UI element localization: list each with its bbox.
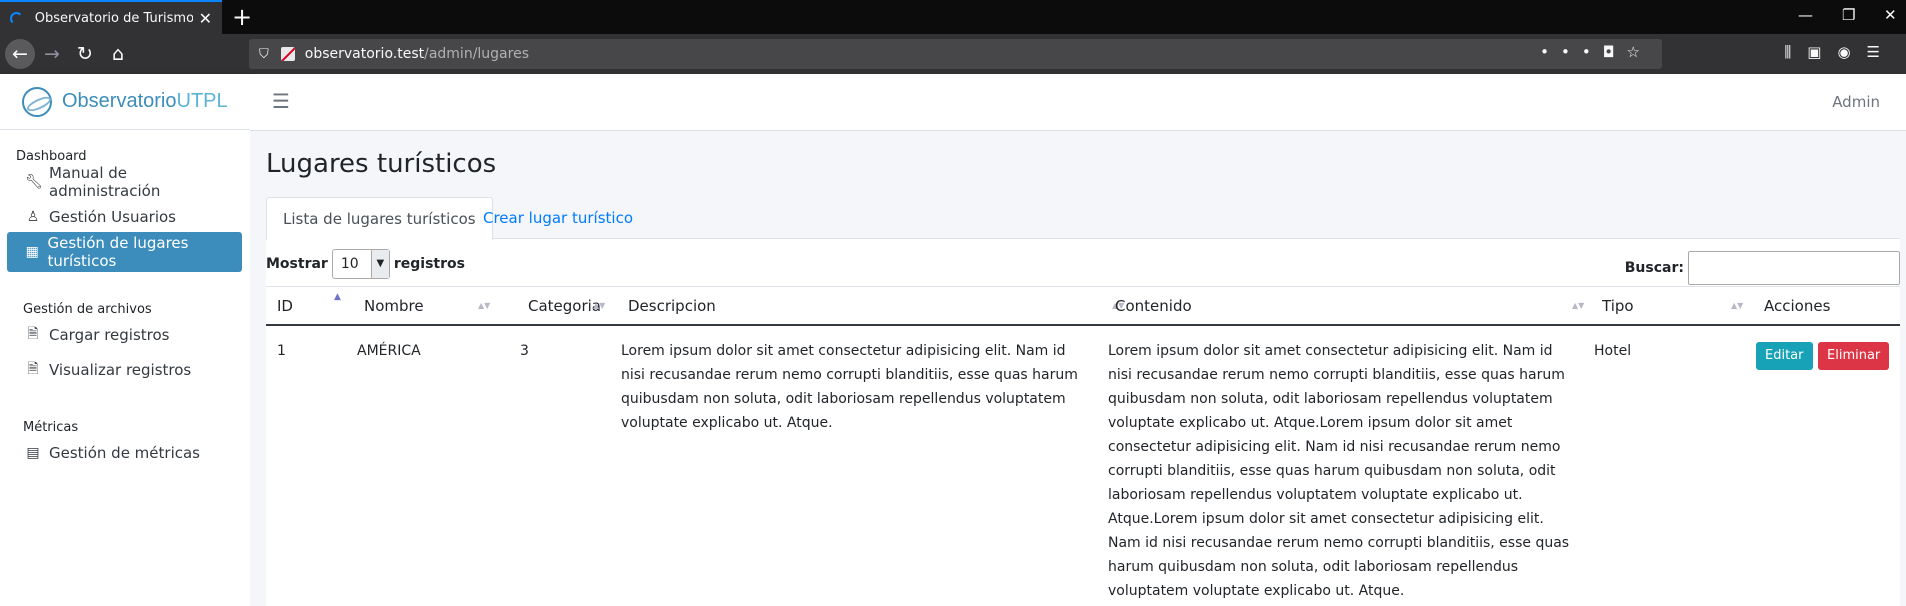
close-window-icon[interactable]: ✕ bbox=[1884, 6, 1897, 24]
brand[interactable]: ObservatorioUTPL bbox=[0, 74, 250, 130]
sidebar: ObservatorioUTPL Dashboard 🔧︎ Manual de … bbox=[0, 74, 250, 606]
page-length-value: 10 bbox=[340, 256, 359, 272]
sort-icon: ▲▼ bbox=[593, 301, 606, 310]
search-label: Buscar: bbox=[1624, 260, 1684, 276]
menu-icon[interactable]: ☰ bbox=[1867, 43, 1896, 61]
sidebar-toggle-icon[interactable]: ▣ bbox=[1807, 43, 1837, 61]
browser-tabbar: Observatorio de Turismo UTPL ✕ + — ❐ ✕ bbox=[0, 0, 1906, 34]
logo-icon bbox=[22, 86, 52, 117]
sidebar-item-label: Gestión de métricas bbox=[49, 444, 200, 462]
calculator-icon: ▤ bbox=[26, 445, 40, 461]
show-label: Mostrar bbox=[266, 256, 328, 272]
reload-button[interactable]: ↻ bbox=[70, 39, 100, 69]
sidebar-item-label: Cargar registros bbox=[49, 326, 170, 344]
sidebar-item-cargar[interactable]: 🗎︎ Cargar registros bbox=[7, 315, 242, 355]
page-length-control: Mostrar 10 ▼ registros bbox=[266, 249, 465, 279]
sidebar-item-label: Manual de administración bbox=[49, 164, 161, 200]
chevron-down-icon: ▼ bbox=[370, 250, 389, 278]
minimize-window-icon[interactable]: — bbox=[1798, 6, 1813, 24]
insecure-lock-icon[interactable] bbox=[280, 47, 295, 61]
column-header-tipo[interactable]: Tipo bbox=[1602, 287, 1634, 325]
top-navbar: ☰ Admin bbox=[250, 74, 1906, 131]
forward-button[interactable]: → bbox=[37, 39, 67, 69]
hamburger-menu-icon[interactable]: ☰ bbox=[272, 89, 290, 113]
column-header-contenido[interactable]: Contenido bbox=[1115, 287, 1192, 325]
back-button[interactable]: ← bbox=[5, 39, 35, 69]
column-header-nombre[interactable]: Nombre bbox=[364, 287, 424, 325]
page-actions-icon[interactable]: ••• bbox=[1540, 43, 1603, 61]
new-tab-button[interactable]: + bbox=[232, 3, 252, 31]
tab-crear[interactable]: Crear lugar turístico bbox=[467, 197, 649, 240]
cell-nombre: AMÉRICA bbox=[357, 343, 421, 359]
page-title: Lugares turísticos bbox=[266, 149, 497, 179]
close-tab-icon[interactable]: ✕ bbox=[199, 9, 212, 28]
tab-lista[interactable]: Lista de lugares turísticos bbox=[266, 197, 493, 240]
restore-window-icon[interactable]: ❐ bbox=[1842, 6, 1855, 24]
bookmark-star-icon[interactable]: ☆ bbox=[1627, 43, 1652, 61]
wrench-icon: 🔧︎ bbox=[25, 174, 43, 190]
main-content: Lugares turísticos Lista de lugares turí… bbox=[250, 131, 1906, 606]
sidebar-item-visualizar[interactable]: 🗎︎ Visualizar registros bbox=[7, 350, 242, 390]
show-suffix: registros bbox=[393, 256, 465, 272]
file-upload-icon: 🗎︎ bbox=[27, 326, 39, 342]
cell-contenido: Lorem ipsum dolor sit amet consectetur a… bbox=[1108, 343, 1570, 599]
file-view-icon: 🗎︎ bbox=[27, 361, 39, 377]
url-text[interactable]: observatorio.test/admin/lugares bbox=[305, 46, 529, 62]
search-input[interactable] bbox=[1688, 251, 1900, 285]
tracking-shield-icon[interactable]: ⛉ bbox=[259, 47, 269, 62]
delete-button[interactable]: Eliminar bbox=[1818, 342, 1890, 370]
user-icon: ♙ bbox=[26, 209, 40, 225]
page-length-select[interactable]: 10 ▼ bbox=[331, 249, 390, 279]
sidebar-item-label: Gestión de lugares turísticos bbox=[47, 234, 189, 270]
sort-asc-icon: ▲ bbox=[334, 292, 341, 302]
tab-title: Observatorio de Turismo UTPL bbox=[34, 10, 193, 26]
sort-icon: ▲▼ bbox=[478, 301, 491, 310]
sidebar-item-metricas[interactable]: ▤ Gestión de métricas bbox=[7, 433, 242, 473]
user-menu[interactable]: Admin bbox=[1832, 93, 1880, 111]
browser-navbar: ← → ↻ ⌂ ⛉ observatorio.test/admin/lugare… bbox=[0, 34, 1906, 74]
column-header-descripcion[interactable]: Descripcion bbox=[628, 287, 716, 325]
sidebar-item-label: Visualizar registros bbox=[49, 361, 192, 379]
sidebar-item-label: Gestión Usuarios bbox=[49, 208, 176, 226]
sort-icon: ▲▼ bbox=[1572, 301, 1585, 310]
account-icon[interactable]: ◉ bbox=[1837, 43, 1866, 61]
home-button[interactable]: ⌂ bbox=[103, 39, 133, 69]
sidebar-item-lugares[interactable]: ▦ Gestión de lugares turísticos bbox=[7, 232, 242, 272]
pocket-icon[interactable]: ◘ bbox=[1603, 43, 1627, 61]
tab-bar: Lista de lugares turísticos Crear lugar … bbox=[266, 197, 1900, 240]
url-path: /admin/lugares bbox=[424, 46, 529, 62]
sort-icon: ▲▼ bbox=[1731, 301, 1744, 310]
search-control: Buscar: bbox=[1625, 251, 1900, 285]
brand-sub: UTPL bbox=[176, 90, 228, 112]
building-icon: ▦ bbox=[25, 244, 39, 260]
url-host: observatorio.test bbox=[304, 46, 425, 62]
content-card: Lista de lugares turísticos Crear lugar … bbox=[266, 197, 1900, 606]
browser-tab[interactable]: Observatorio de Turismo UTPL ✕ bbox=[0, 0, 222, 34]
sidebar-item-usuarios[interactable]: ♙ Gestión Usuarios bbox=[7, 197, 242, 237]
brand-text: ObservatorioUTPL bbox=[62, 90, 228, 113]
library-icon[interactable]: ⫼ bbox=[1784, 43, 1807, 61]
cell-categoria: 3 bbox=[520, 343, 529, 359]
url-actions: •••◘☆ bbox=[1540, 43, 1652, 61]
sidebar-item-manual[interactable]: 🔧︎ Manual de administración bbox=[7, 162, 242, 202]
brand-main: Observatorio bbox=[62, 90, 177, 112]
column-header-acciones: Acciones bbox=[1764, 297, 1831, 315]
loading-icon bbox=[10, 11, 23, 25]
browser-tools: ⫼▣◉☰ bbox=[1784, 43, 1896, 61]
edit-button[interactable]: Editar bbox=[1756, 342, 1813, 370]
table-header: ID ▲ Nombre ▲▼ Categoria ▲▼ Descripcion … bbox=[266, 286, 1900, 326]
cell-descripcion: Lorem ipsum dolor sit amet consectetur a… bbox=[621, 343, 1078, 431]
cell-id: 1 bbox=[277, 343, 286, 359]
url-bar[interactable]: ⛉ observatorio.test/admin/lugares •••◘☆ bbox=[249, 39, 1662, 69]
column-header-id[interactable]: ID bbox=[277, 287, 293, 325]
column-header-categoria[interactable]: Categoria bbox=[528, 287, 601, 325]
cell-tipo: Hotel bbox=[1594, 343, 1632, 359]
